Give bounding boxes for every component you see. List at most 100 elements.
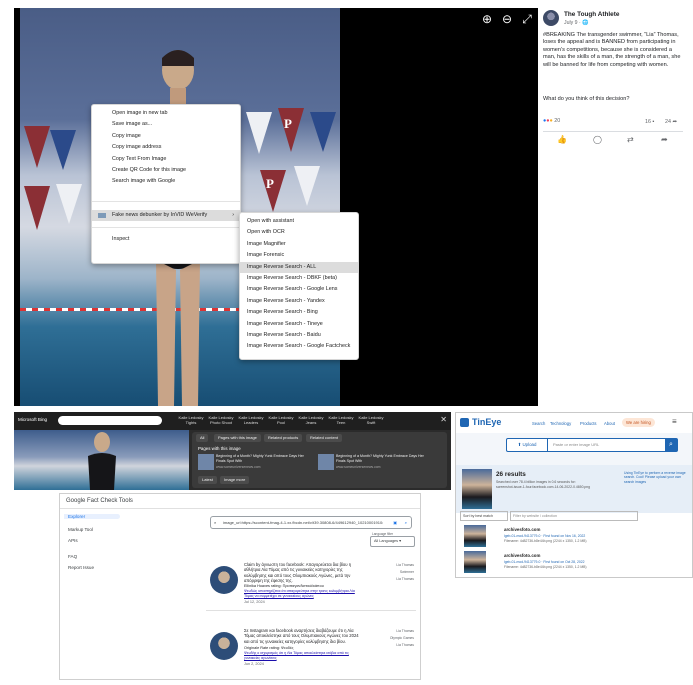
- match-site[interactable]: archivesfoto.com: [504, 553, 540, 558]
- zoom-in-icon[interactable]: ⊕: [480, 12, 494, 26]
- nav-explorer[interactable]: Explorer: [64, 514, 120, 519]
- image-search-icon[interactable]: ▣: [393, 517, 397, 528]
- page-title: Google Fact Check Tools: [66, 498, 133, 504]
- nav-apis[interactable]: APIs: [64, 538, 78, 543]
- claim-link[interactable]: Ψευδώς υποστηρίζεται ότι απαγορεύτηκε στ…: [244, 589, 364, 598]
- chip-related[interactable]: Related content: [306, 434, 343, 442]
- menu-item-copy-image[interactable]: Copy image: [92, 131, 240, 142]
- result-thumbnail[interactable]: [198, 454, 214, 470]
- post-author[interactable]: The Tough Athlete: [564, 11, 619, 18]
- sort-select[interactable]: Sort by best match: [460, 511, 508, 521]
- submenu-item-reverse-all[interactable]: Image Reverse Search - ALL: [240, 261, 358, 273]
- submenu-item-magnifier[interactable]: Image Magnifier: [240, 239, 358, 250]
- tineye-logo[interactable]: TinEye: [472, 417, 501, 427]
- chip-all[interactable]: All: [196, 434, 209, 442]
- search-icon: ⌕: [214, 520, 217, 525]
- tineye-search-box: ⬆ Upload Paste or enter image URL ⌕: [506, 438, 678, 452]
- claim-card: Σε Instagram και facebook αναρτήσεις δια…: [206, 626, 416, 684]
- claim-thumbnail[interactable]: [210, 566, 238, 594]
- menu-item-search-google[interactable]: Search image with Google: [92, 176, 240, 187]
- match-line[interactable]: lgeb-01-mod-9413779-0 · First found on N…: [504, 534, 585, 538]
- reactions[interactable]: ●●● 20: [543, 118, 560, 128]
- menu-item-invid-extension[interactable]: Fake news debunker by InVID WeVerify ›: [92, 209, 240, 222]
- bing-tab[interactable]: Kalle Ledosky Tights: [178, 415, 204, 425]
- menu-icon[interactable]: ≡: [672, 417, 677, 426]
- bing-tab[interactable]: Kalle Ledosky Photo Shoot: [208, 415, 234, 425]
- bing-tab[interactable]: Kalle Ledosky Leaders: [238, 415, 264, 425]
- tag: Swimmer: [399, 570, 414, 574]
- claim-search-input[interactable]: ⌕ image_url:https://scontent-fmag-4-1.xx…: [210, 516, 412, 529]
- chip-products[interactable]: Related products: [264, 434, 303, 442]
- nav-technology[interactable]: Technology: [550, 421, 571, 426]
- bing-tab[interactable]: Kalle Ledosky Jeans: [298, 415, 324, 425]
- like-icon[interactable]: 👍: [557, 135, 567, 144]
- claim-rating: Ellinika Hoaxes rating: Προπαγανδιστικό/…: [244, 584, 324, 588]
- chip-pages[interactable]: Pages with this image: [214, 434, 261, 442]
- bing-tab[interactable]: Kalle Ledosky Teen: [328, 415, 354, 425]
- submenu-item-reverse-baidu[interactable]: Image Reverse Search - Baidu: [240, 330, 358, 341]
- submenu-item-reverse-dbkf[interactable]: Image Reverse Search - DBKF (beta): [240, 273, 358, 284]
- nav-products[interactable]: Products: [580, 421, 597, 426]
- match-line: Filename: 4d82736-b8e44b.png (2244 x 135…: [504, 565, 587, 569]
- upload-button[interactable]: ⬆ Upload: [507, 439, 548, 451]
- menu-item-qr-code[interactable]: Create QR Code for this image: [92, 165, 240, 176]
- language-select[interactable]: All Languages ▾: [370, 536, 415, 547]
- invid-submenu: Open with assistant Open with OCR Image …: [239, 212, 359, 360]
- tineye-window: TinEye Search Technology Products About …: [455, 412, 693, 578]
- claim-thumbnail[interactable]: [210, 632, 238, 660]
- bing-tab[interactable]: Kalle Ledosky Pool: [268, 415, 294, 425]
- claim-date: Jun 2, 2024: [244, 662, 264, 666]
- submenu-item-reverse-lens[interactable]: Image Reverse Search - Google Lens: [240, 284, 358, 295]
- share-icon[interactable]: ➦: [661, 135, 668, 144]
- submenu-item-reverse-yandex[interactable]: Image Reverse Search - Yandex: [240, 296, 358, 307]
- send-icon[interactable]: ⇄: [627, 135, 634, 144]
- bing-tab[interactable]: Kalle Ledosky Swift: [358, 415, 384, 425]
- pill-latest[interactable]: Latest: [198, 476, 217, 484]
- zoom-out-icon[interactable]: ⊖: [500, 12, 514, 26]
- match-site[interactable]: archivesfoto.com: [504, 527, 540, 532]
- submenu-item-ocr[interactable]: Open with OCR: [240, 227, 358, 238]
- search-icon[interactable]: ⌕: [665, 439, 677, 451]
- menu-item-inspect[interactable]: Inspect: [92, 234, 240, 245]
- bing-brand[interactable]: Microsoft Bing: [18, 417, 47, 422]
- shares-stat[interactable]: 24 ➦: [665, 119, 677, 125]
- nav-report-issue[interactable]: Report Issue: [64, 565, 94, 570]
- result-title[interactable]: Beginning of a Month? Mighty Yunk Embrac…: [216, 454, 306, 463]
- submenu-item-reverse-factcheck[interactable]: Image Reverse Search - Google Factcheck: [240, 341, 358, 352]
- hiring-badge[interactable]: We are hiring: [622, 418, 655, 427]
- menu-item-open-new-tab[interactable]: Open image in new tab: [92, 108, 240, 119]
- nav-search[interactable]: Search: [532, 421, 545, 426]
- url-input[interactable]: Paste or enter image URL: [553, 439, 599, 451]
- menu-item-save-image[interactable]: Save image as...: [92, 119, 240, 130]
- post-text: #BREAKING The transgender swimmer, “Lia”…: [543, 32, 681, 68]
- pill-image-more[interactable]: Image more: [220, 476, 250, 484]
- submenu-item-forensic[interactable]: Image Forensic: [240, 250, 358, 261]
- match-line[interactable]: lgeb-01-mod-9413779-0 · First found on O…: [504, 560, 584, 564]
- nav-faq[interactable]: FAQ: [64, 554, 77, 559]
- claim-link[interactable]: Ψευδής ο ισχυρισμός ότι η Λία Τόμας αποκ…: [244, 651, 364, 660]
- result-title[interactable]: Beginning of a Month? Mighty Yunk Embrac…: [336, 454, 426, 463]
- comments-stat[interactable]: 16 ▪: [645, 119, 654, 125]
- submenu-item-reverse-tineye[interactable]: Image Reverse Search - Tineye: [240, 319, 358, 330]
- match-thumbnail[interactable]: [464, 525, 486, 547]
- nav-markup-tool[interactable]: Markup Tool: [64, 527, 93, 532]
- submenu-item-reverse-bing[interactable]: Image Reverse Search - Bing: [240, 307, 358, 318]
- bing-search-box[interactable]: [58, 416, 162, 425]
- context-menu: Open image in new tab Save image as... C…: [91, 104, 241, 264]
- submenu-item-assistant[interactable]: Open with assistant: [240, 216, 358, 227]
- result-thumbnail[interactable]: [318, 454, 334, 470]
- fullscreen-icon[interactable]: ⤢: [520, 12, 534, 26]
- avatar[interactable]: [543, 10, 559, 26]
- nav-about[interactable]: About: [604, 421, 615, 426]
- match-thumbnail[interactable]: [464, 551, 486, 573]
- upload-label: Upload: [522, 442, 537, 447]
- bing-query-image: [14, 430, 189, 490]
- menu-item-copy-text[interactable]: Copy Text From Image: [92, 154, 240, 165]
- filter-input[interactable]: Filter by website / collection: [510, 511, 638, 521]
- menu-item-copy-address[interactable]: Copy image address: [92, 142, 240, 153]
- divider: [60, 508, 420, 509]
- submit-search-icon[interactable]: ⌕: [405, 517, 407, 528]
- close-icon[interactable]: ✕: [440, 415, 447, 424]
- comment-icon[interactable]: ◯: [593, 135, 602, 144]
- tineye-results-summary: 26 results Searched over 78.4 billion im…: [456, 465, 692, 513]
